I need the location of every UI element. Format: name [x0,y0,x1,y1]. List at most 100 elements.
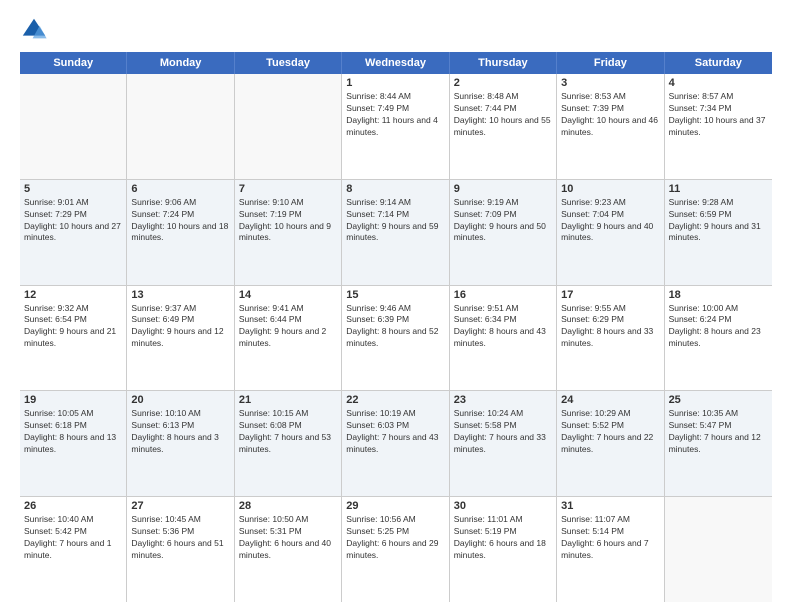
day-number: 11 [669,183,768,195]
day-info: Sunrise: 9:23 AM Sunset: 7:04 PM Dayligh… [561,197,659,245]
header-day-wednesday: Wednesday [342,52,449,74]
day-cell-10: 10 Sunrise: 9:23 AM Sunset: 7:04 PM Dayli… [557,180,664,285]
day-info: Sunrise: 10:50 AM Sunset: 5:31 PM Daylig… [239,514,337,562]
day-cell-2: 2 Sunrise: 8:48 AM Sunset: 7:44 PM Daylig… [450,74,557,179]
day-info: Sunrise: 9:32 AM Sunset: 6:54 PM Dayligh… [24,303,122,351]
calendar-week-1: 1 Sunrise: 8:44 AM Sunset: 7:49 PM Daylig… [20,74,772,180]
day-info: Sunrise: 8:53 AM Sunset: 7:39 PM Dayligh… [561,91,659,139]
day-cell-27: 27 Sunrise: 10:45 AM Sunset: 5:36 PM Dayl… [127,497,234,602]
day-info: Sunrise: 10:56 AM Sunset: 5:25 PM Daylig… [346,514,444,562]
day-cell-22: 22 Sunrise: 10:19 AM Sunset: 6:03 PM Dayl… [342,391,449,496]
calendar-week-4: 19 Sunrise: 10:05 AM Sunset: 6:18 PM Dayl… [20,391,772,497]
day-number: 23 [454,394,552,406]
calendar-body: 1 Sunrise: 8:44 AM Sunset: 7:49 PM Daylig… [20,74,772,602]
day-number: 6 [131,183,229,195]
day-number: 14 [239,289,337,301]
day-cell-6: 6 Sunrise: 9:06 AM Sunset: 7:24 PM Daylig… [127,180,234,285]
header-day-tuesday: Tuesday [235,52,342,74]
day-info: Sunrise: 9:41 AM Sunset: 6:44 PM Dayligh… [239,303,337,351]
day-number: 17 [561,289,659,301]
header-day-friday: Friday [557,52,664,74]
day-cell-3: 3 Sunrise: 8:53 AM Sunset: 7:39 PM Daylig… [557,74,664,179]
day-cell-15: 15Sunrise: 9:46 AM Sunset: 6:39 PM Dayli… [342,286,449,391]
day-number: 24 [561,394,659,406]
day-cell-8: 8 Sunrise: 9:14 AM Sunset: 7:14 PM Daylig… [342,180,449,285]
header-day-saturday: Saturday [665,52,772,74]
day-info: Sunrise: 9:19 AM Sunset: 7:09 PM Dayligh… [454,197,552,245]
day-info: Sunrise: 9:28 AM Sunset: 6:59 PM Dayligh… [669,197,768,245]
day-info: Sunrise: 11:07 AM Sunset: 5:14 PM Daylig… [561,514,659,562]
day-cell-empty-0-0 [20,74,127,179]
day-number: 31 [561,500,659,512]
day-number: 26 [24,500,122,512]
day-number: 19 [24,394,122,406]
day-info: Sunrise: 10:10 AM Sunset: 6:13 PM Daylig… [131,408,229,456]
day-cell-empty-0-2 [235,74,342,179]
day-info: Sunrise: 9:14 AM Sunset: 7:14 PM Dayligh… [346,197,444,245]
header-day-thursday: Thursday [450,52,557,74]
day-number: 5 [24,183,122,195]
day-number: 7 [239,183,337,195]
day-cell-11: 11 Sunrise: 9:28 AM Sunset: 6:59 PM Dayli… [665,180,772,285]
day-info: Sunrise: 10:45 AM Sunset: 5:36 PM Daylig… [131,514,229,562]
logo-icon [20,16,48,44]
day-info: Sunrise: 9:37 AM Sunset: 6:49 PM Dayligh… [131,303,229,351]
day-cell-24: 24 Sunrise: 10:29 AM Sunset: 5:52 PM Dayl… [557,391,664,496]
day-info: Sunrise: 10:00 AM Sunset: 6:24 PM Daylig… [669,303,768,351]
day-cell-17: 17 Sunrise: 9:55 AM Sunset: 6:29 PM Dayli… [557,286,664,391]
header [20,16,772,44]
day-number: 3 [561,77,659,89]
day-cell-25: 25Sunrise: 10:35 AM Sunset: 5:47 PM Dayl… [665,391,772,496]
day-cell-7: 7Sunrise: 9:10 AM Sunset: 7:19 PM Daylig… [235,180,342,285]
day-info: Sunrise: 10:35 AM Sunset: 5:47 PM Daylig… [669,408,768,456]
day-number: 1 [346,77,444,89]
page: SundayMondayTuesdayWednesdayThursdayFrid… [0,0,792,612]
day-cell-14: 14 Sunrise: 9:41 AM Sunset: 6:44 PM Dayli… [235,286,342,391]
calendar: SundayMondayTuesdayWednesdayThursdayFrid… [20,52,772,602]
header-day-sunday: Sunday [20,52,127,74]
calendar-week-5: 26Sunrise: 10:40 AM Sunset: 5:42 PM Dayl… [20,497,772,602]
calendar-week-3: 12 Sunrise: 9:32 AM Sunset: 6:54 PM Dayli… [20,286,772,392]
day-number: 15 [346,289,444,301]
day-info: Sunrise: 10:05 AM Sunset: 6:18 PM Daylig… [24,408,122,456]
day-number: 28 [239,500,337,512]
day-info: Sunrise: 8:48 AM Sunset: 7:44 PM Dayligh… [454,91,552,139]
day-info: Sunrise: 9:55 AM Sunset: 6:29 PM Dayligh… [561,303,659,351]
day-cell-31: 31 Sunrise: 11:07 AM Sunset: 5:14 PM Dayl… [557,497,664,602]
day-cell-20: 20 Sunrise: 10:10 AM Sunset: 6:13 PM Dayl… [127,391,234,496]
day-number: 16 [454,289,552,301]
day-cell-26: 26Sunrise: 10:40 AM Sunset: 5:42 PM Dayl… [20,497,127,602]
day-number: 10 [561,183,659,195]
day-number: 12 [24,289,122,301]
day-info: Sunrise: 9:06 AM Sunset: 7:24 PM Dayligh… [131,197,229,245]
day-info: Sunrise: 10:15 AM Sunset: 6:08 PM Daylig… [239,408,337,456]
day-number: 2 [454,77,552,89]
day-cell-16: 16 Sunrise: 9:51 AM Sunset: 6:34 PM Dayli… [450,286,557,391]
day-cell-5: 5 Sunrise: 9:01 AM Sunset: 7:29 PM Daylig… [20,180,127,285]
day-cell-12: 12 Sunrise: 9:32 AM Sunset: 6:54 PM Dayli… [20,286,127,391]
day-number: 18 [669,289,768,301]
day-number: 27 [131,500,229,512]
day-info: Sunrise: 9:01 AM Sunset: 7:29 PM Dayligh… [24,197,122,245]
day-cell-19: 19 Sunrise: 10:05 AM Sunset: 6:18 PM Dayl… [20,391,127,496]
day-cell-4: 4Sunrise: 8:57 AM Sunset: 7:34 PM Daylig… [665,74,772,179]
day-number: 8 [346,183,444,195]
day-number: 9 [454,183,552,195]
day-cell-29: 29Sunrise: 10:56 AM Sunset: 5:25 PM Dayl… [342,497,449,602]
calendar-header: SundayMondayTuesdayWednesdayThursdayFrid… [20,52,772,74]
day-number: 20 [131,394,229,406]
day-cell-30: 30Sunrise: 11:01 AM Sunset: 5:19 PM Dayl… [450,497,557,602]
day-info: Sunrise: 10:29 AM Sunset: 5:52 PM Daylig… [561,408,659,456]
day-number: 22 [346,394,444,406]
day-number: 13 [131,289,229,301]
day-cell-empty-4-6 [665,497,772,602]
day-info: Sunrise: 11:01 AM Sunset: 5:19 PM Daylig… [454,514,552,562]
day-info: Sunrise: 10:24 AM Sunset: 5:58 PM Daylig… [454,408,552,456]
logo [20,16,52,44]
calendar-week-2: 5 Sunrise: 9:01 AM Sunset: 7:29 PM Daylig… [20,180,772,286]
day-cell-18: 18 Sunrise: 10:00 AM Sunset: 6:24 PM Dayl… [665,286,772,391]
day-info: Sunrise: 10:19 AM Sunset: 6:03 PM Daylig… [346,408,444,456]
day-info: Sunrise: 8:44 AM Sunset: 7:49 PM Dayligh… [346,91,444,139]
day-cell-21: 21Sunrise: 10:15 AM Sunset: 6:08 PM Dayl… [235,391,342,496]
day-info: Sunrise: 9:51 AM Sunset: 6:34 PM Dayligh… [454,303,552,351]
